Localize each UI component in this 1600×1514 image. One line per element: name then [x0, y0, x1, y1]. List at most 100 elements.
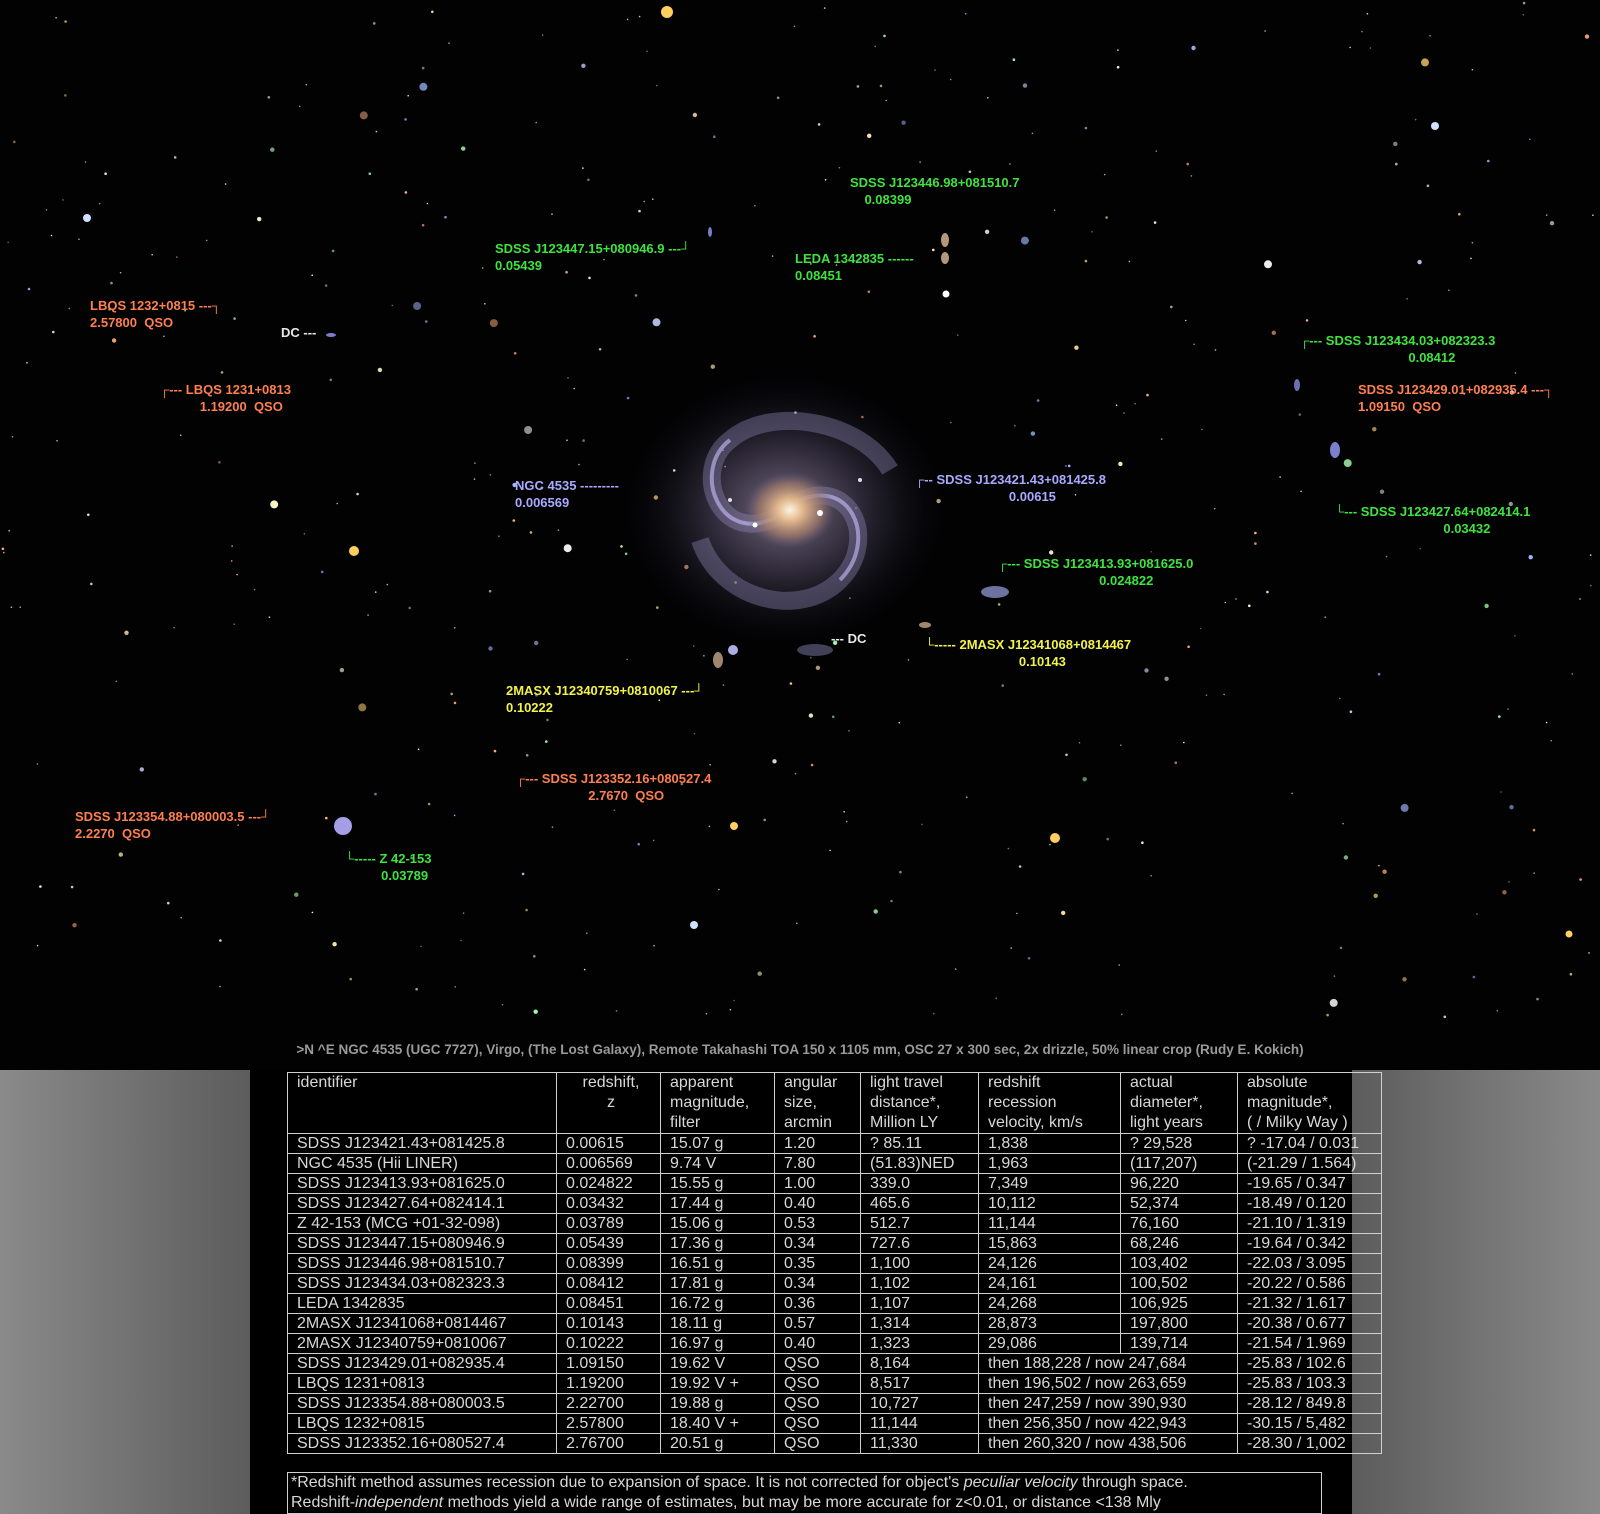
table-cell: 11,330 [860, 1433, 979, 1454]
table-header-cell: identifier [287, 1072, 557, 1134]
star [253, 588, 256, 591]
star [624, 552, 628, 556]
star [729, 1008, 732, 1011]
star [1569, 972, 1573, 976]
star [474, 462, 476, 464]
table-cell: 76,160 [1120, 1213, 1238, 1234]
star [62, 199, 64, 201]
star [867, 133, 872, 138]
star [118, 852, 124, 857]
star [898, 721, 901, 724]
star [489, 319, 498, 328]
star [845, 820, 848, 823]
table-cell: 15.55 g [660, 1173, 775, 1194]
star [1031, 132, 1034, 135]
table-cell: 0.08451 [556, 1293, 661, 1314]
star [1264, 260, 1272, 269]
star [1343, 855, 1349, 860]
star [534, 640, 539, 646]
star [1213, 507, 1216, 510]
label-2masx-1068: └----- 2MASX J12341068+0814467 0.10143 [925, 637, 1132, 669]
star [163, 335, 165, 338]
star [1509, 805, 1514, 810]
star [873, 909, 878, 914]
star [1471, 241, 1474, 244]
table-cell: 17.81 g [660, 1273, 775, 1294]
star [64, 20, 67, 23]
table-cell: -28.30 / 1,002 [1237, 1433, 1382, 1454]
star-field-image: SDSS J123446.98+081510.7 0.08399 SDSS J1… [0, 0, 1600, 1070]
table-cell: 68,246 [1120, 1233, 1238, 1254]
star [656, 84, 658, 87]
star [1254, 531, 1257, 535]
star [421, 223, 425, 227]
star [1472, 975, 1476, 979]
star [710, 364, 715, 369]
star [1164, 676, 1169, 681]
label-ngc-4535: NGC 4535 --------- 0.006569 [515, 478, 619, 510]
star [1421, 58, 1429, 67]
table-cell: -21.32 / 1.617 [1237, 1293, 1382, 1314]
star [693, 645, 695, 647]
table-row: SDSS J123354.88+080003.5 2.22700 19.88 g QS… [287, 1393, 1382, 1414]
star [1190, 175, 1193, 177]
table-cell: 197,800 [1120, 1313, 1238, 1334]
star [1205, 694, 1208, 696]
star [1385, 555, 1388, 558]
star [838, 166, 841, 169]
table-header-cell: light travel distance*, Million LY [860, 1072, 979, 1134]
table-cell: 9.74 V [660, 1153, 775, 1174]
star [932, 248, 935, 252]
star [693, 732, 696, 735]
star [1146, 393, 1149, 397]
star [626, 658, 628, 661]
star [368, 172, 372, 175]
star [13, 140, 16, 144]
star [1009, 163, 1011, 165]
table-row: SDSS J123429.01+082935.4 1.09150 19.62 V QS… [287, 1353, 1382, 1374]
star [1144, 668, 1149, 673]
table-cell: QSO [774, 1433, 861, 1454]
table-cell: -20.38 / 0.677 [1237, 1313, 1382, 1334]
star [176, 256, 178, 258]
star [481, 267, 484, 269]
star [417, 748, 420, 751]
table-cell: ? 85.11 [860, 1133, 979, 1154]
star [965, 13, 967, 15]
star [586, 932, 588, 934]
star [305, 83, 308, 86]
star [1030, 431, 1036, 436]
table-cell: SDSS J123434.03+082323.3 [287, 1273, 557, 1294]
table-row: Z 42-153 (MCG +01-32-098) 0.03789 15.06 g0… [287, 1213, 1382, 1234]
table-cell: -21.10 / 1.319 [1237, 1213, 1382, 1234]
star [551, 213, 553, 215]
star [311, 274, 314, 277]
table-cell: 103,402 [1120, 1253, 1238, 1274]
star [652, 198, 654, 200]
star [708, 825, 711, 828]
star [311, 911, 314, 914]
star [1379, 489, 1385, 494]
star [55, 17, 57, 19]
star [646, 50, 648, 53]
star [84, 161, 87, 163]
star [1193, 343, 1195, 346]
star [824, 179, 827, 181]
star [270, 147, 275, 152]
star [1377, 672, 1381, 676]
star [10, 606, 13, 608]
star [573, 387, 575, 390]
table-cell: 1,100 [860, 1253, 979, 1274]
star [501, 1003, 504, 1006]
star [484, 303, 486, 305]
table-cell: 1.20 [774, 1133, 861, 1154]
star [325, 816, 328, 820]
star [1550, 739, 1552, 742]
star [1082, 777, 1087, 782]
table-cell: Z 42-153 (MCG +01-32-098) [287, 1213, 557, 1234]
table-cell: QSO [774, 1393, 861, 1414]
star [652, 318, 661, 327]
star [426, 202, 429, 205]
table-cell: 0.35 [774, 1253, 861, 1274]
star [1382, 869, 1387, 874]
